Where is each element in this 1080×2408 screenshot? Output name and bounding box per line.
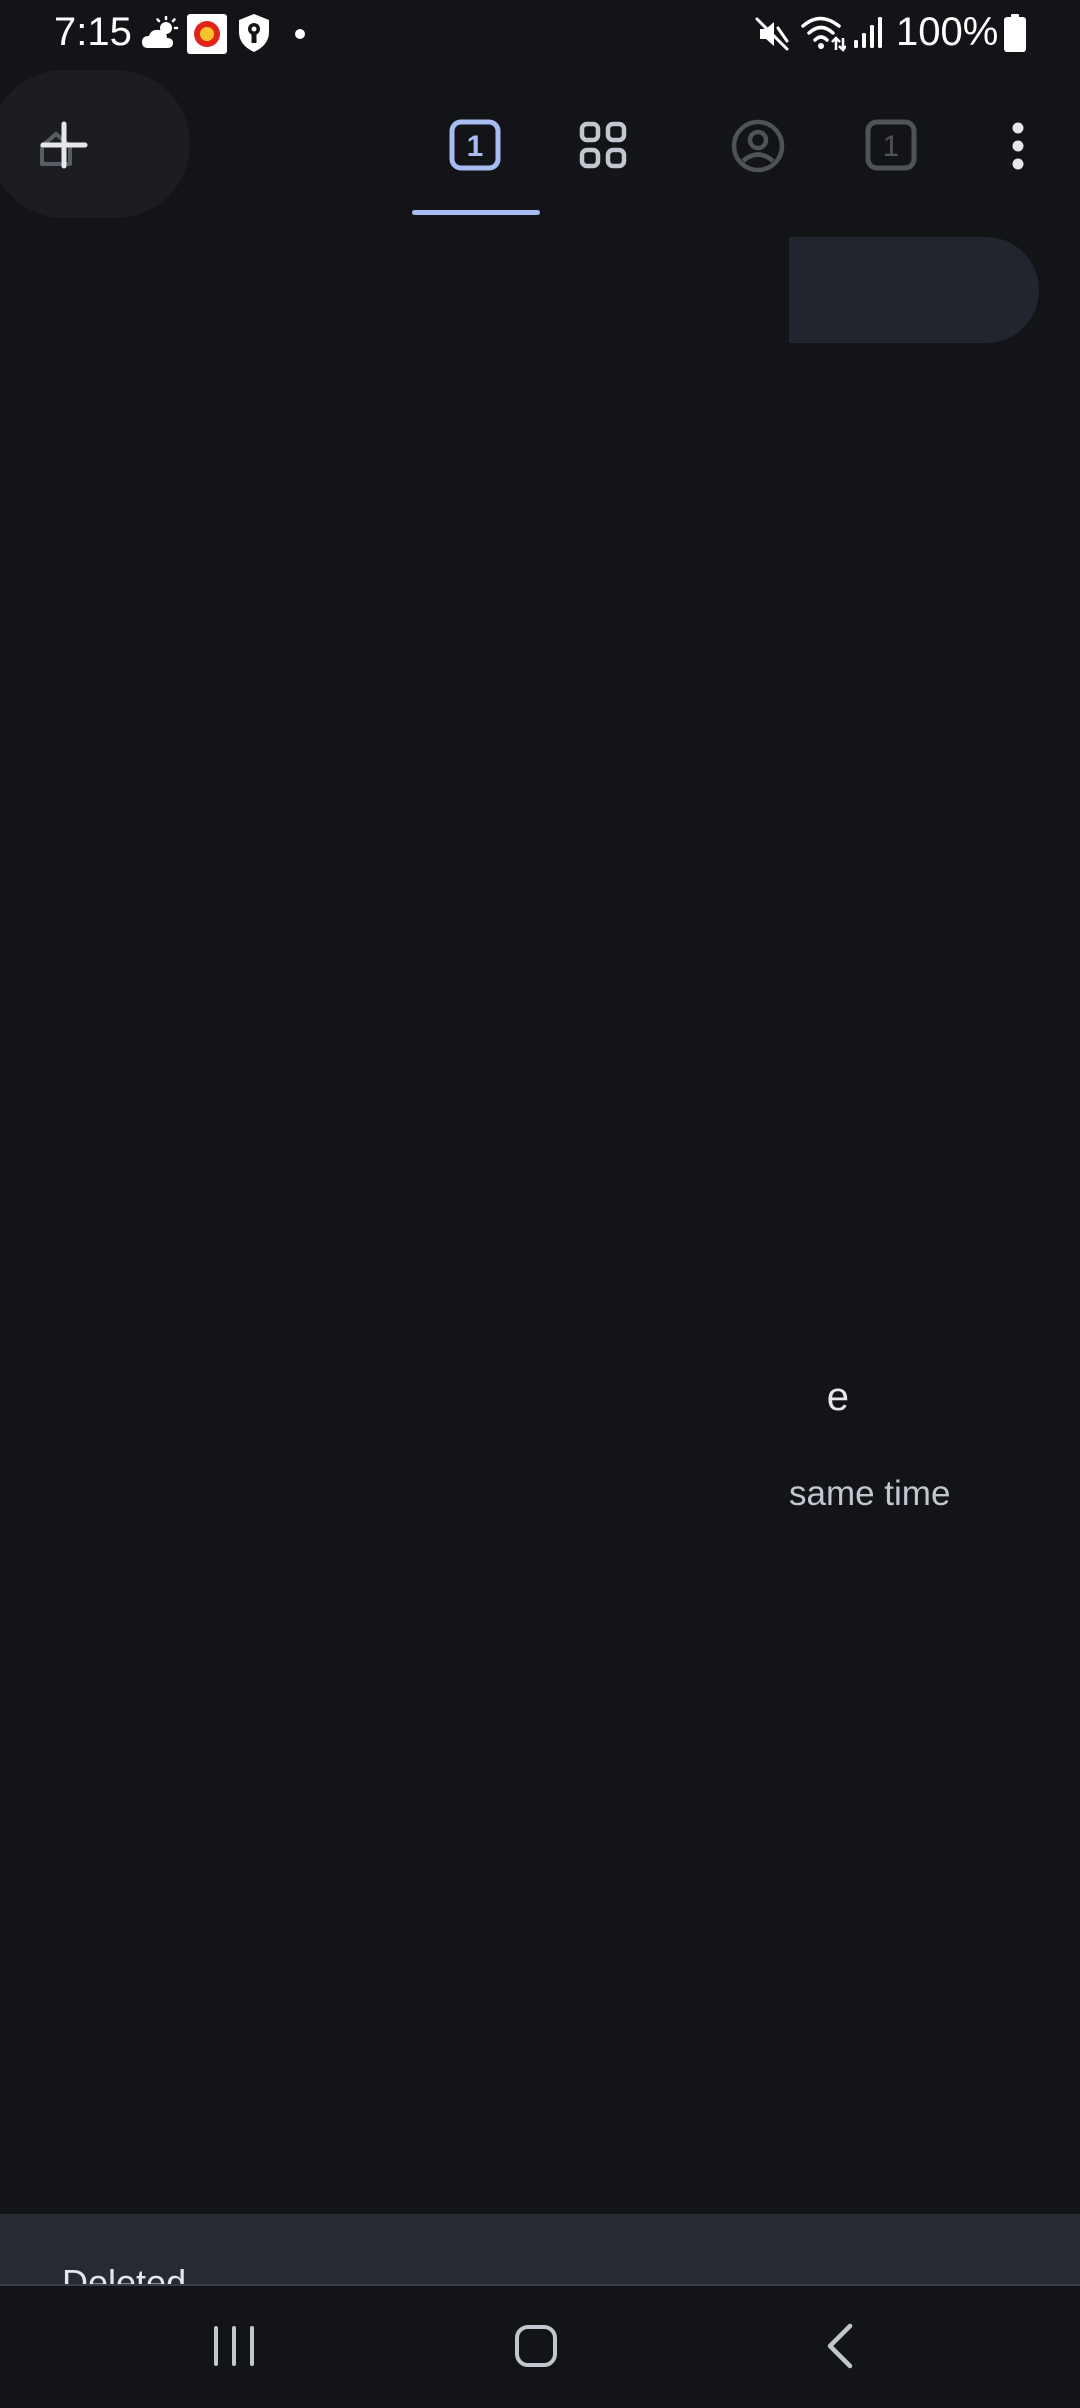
signal-icon <box>854 17 882 48</box>
back-button[interactable] <box>780 2306 900 2386</box>
regular-tab-count: 1 <box>466 130 484 163</box>
status-time: 7:15 <box>54 10 132 54</box>
wifi-icon <box>801 16 846 52</box>
dot-icon <box>295 29 305 39</box>
home-button[interactable] <box>476 2306 596 2386</box>
tab-tab-groups[interactable] <box>576 118 632 174</box>
battery-percentage: 100% <box>896 10 999 54</box>
tab-regular-tabs[interactable]: 1 <box>448 118 504 174</box>
account-icon <box>731 119 785 173</box>
new-tab-button[interactable] <box>0 70 190 218</box>
tab-switcher-toolbar: 1 1 <box>0 68 1080 218</box>
account-button[interactable] <box>730 118 786 174</box>
app-notification-icon <box>187 14 227 54</box>
battery-icon <box>1004 14 1026 52</box>
empty-state-description: same time <box>789 1474 951 1513</box>
screen: 7:15 100% 1 1 e same time Deleted <box>0 0 1080 2408</box>
snackbar-message: Deleted <box>62 2262 187 2284</box>
home-icon <box>515 2325 557 2367</box>
recents-icon <box>214 2326 254 2366</box>
tab-incognito-tabs[interactable]: 1 <box>864 118 920 174</box>
incognito-tab-count: 1 <box>882 130 900 163</box>
new-tab-icon <box>40 121 88 169</box>
snackbar: Deleted <box>0 2214 1080 2284</box>
system-navigation-bar <box>0 2286 1080 2408</box>
status-bar: 7:15 100% <box>0 0 1080 68</box>
back-icon <box>827 2323 853 2369</box>
empty-state-heading: e <box>826 1375 849 1419</box>
more-options-button[interactable] <box>1000 118 1036 174</box>
more-vert-icon <box>1012 122 1024 170</box>
shield-lock-icon <box>239 14 269 52</box>
mute-icon <box>755 17 789 51</box>
tab-grid-icon <box>579 121 627 169</box>
search-chip[interactable] <box>789 237 1039 343</box>
selected-tab-indicator <box>412 210 540 215</box>
recents-button[interactable] <box>174 2306 294 2386</box>
weather-cloud-sun-icon <box>142 16 179 48</box>
